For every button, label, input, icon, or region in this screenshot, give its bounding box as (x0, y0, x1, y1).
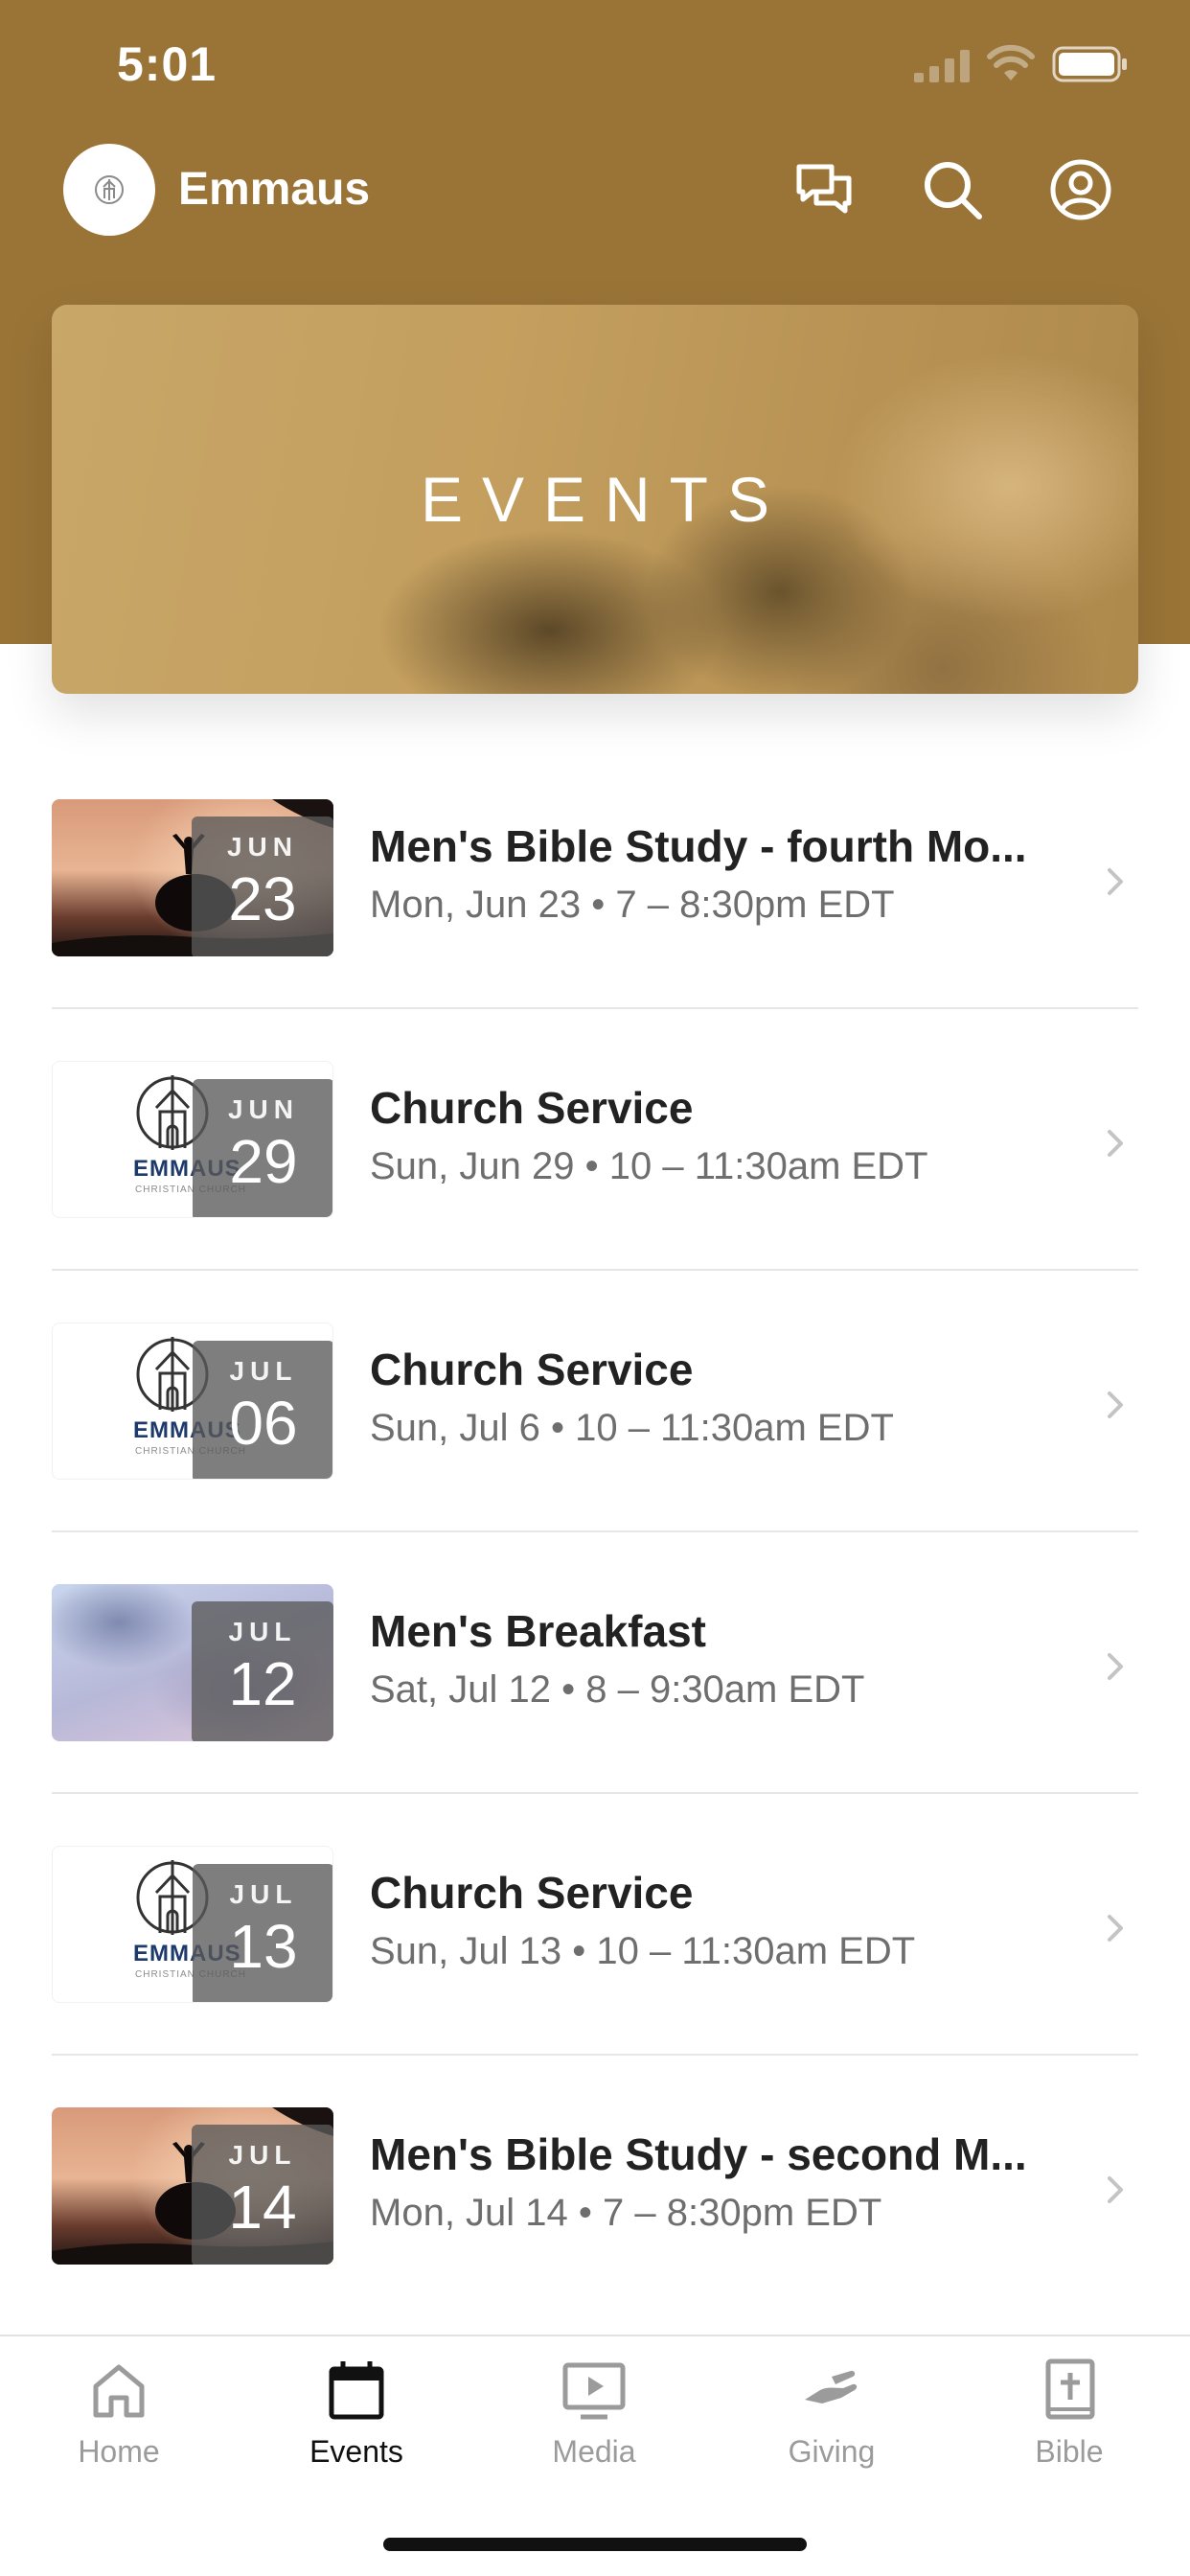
date-badge: JUL 12 (192, 1601, 333, 1741)
media-icon (562, 2362, 626, 2420)
date-badge: JUN 29 (193, 1079, 332, 1217)
date-day: 29 (229, 1127, 298, 1196)
event-datetime: Sun, Jun 29 • 10 – 11:30am EDT (370, 1145, 928, 1187)
date-day: 06 (229, 1389, 298, 1458)
search-button[interactable] (920, 157, 985, 222)
event-row[interactable]: EMMAUS CHRISTIAN CHURCH JUN 29 Church Servic… (52, 1009, 1138, 1271)
event-datetime: Sat, Jul 12 • 8 – 9:30am EDT (370, 1668, 865, 1711)
event-row[interactable]: JUL 14 Men's Bible Study - second M... Mon,… (52, 2056, 1138, 2317)
tab-giving[interactable]: Giving (713, 2358, 950, 2482)
date-month: JUN (226, 832, 298, 862)
date-day: 14 (228, 2173, 297, 2242)
organization-avatar[interactable] (63, 144, 155, 236)
event-title: Church Service (370, 1868, 694, 1918)
event-row[interactable]: EMMAUS CHRISTIAN CHURCH JUL 06 Church Servic… (52, 1271, 1138, 1532)
date-month: JUL (229, 1356, 298, 1386)
messages-button[interactable] (791, 157, 857, 222)
tab-label: Giving (788, 2434, 876, 2469)
event-datetime: Mon, Jun 23 • 7 – 8:30pm EDT (370, 884, 895, 926)
tab-label: Events (309, 2434, 403, 2469)
home-indicator (383, 2538, 807, 2551)
event-row[interactable]: EMMAUS CHRISTIAN CHURCH JUL 13 Church Servic… (52, 1794, 1138, 2056)
banner-title: EVENTS (420, 464, 790, 535)
event-thumbnail: EMMAUS CHRISTIAN CHURCH JUL 06 (52, 1322, 333, 1480)
date-badge: JUL 14 (192, 2125, 333, 2265)
date-month: JUL (229, 1879, 298, 1909)
event-title: Men's Bible Study - fourth Mo... (370, 821, 1027, 871)
home-icon (93, 2364, 145, 2418)
tab-label: Media (552, 2434, 636, 2469)
chevron-right-icon (1108, 1915, 1123, 1942)
calendar-icon (329, 2361, 384, 2420)
event-thumbnail: EMMAUS CHRISTIAN CHURCH JUL 13 (52, 1846, 333, 2003)
event-datetime: Sun, Jul 13 • 10 – 11:30am EDT (370, 1930, 916, 1972)
bible-icon (1045, 2358, 1095, 2420)
tab-bible[interactable]: Bible (950, 2358, 1188, 2482)
wifi-icon (987, 44, 1035, 80)
event-datetime: Mon, Jul 14 • 7 – 8:30pm EDT (370, 2192, 882, 2234)
events-screen: 5:01 Emmaus EVENTS JUN 23 Men's Bible St… (0, 0, 1190, 2576)
chevron-right-icon (1108, 2176, 1123, 2203)
status-bar: 5:01 (0, 0, 1190, 134)
event-list: JUN 23 Men's Bible Study - fourth Mo... Mon… (52, 748, 1138, 2317)
event-thumbnail: EMMAUS CHRISTIAN CHURCH JUN 29 (52, 1061, 333, 1218)
date-day: 13 (229, 1912, 298, 1981)
tab-events[interactable]: Events (238, 2358, 475, 2482)
church-logo-icon (95, 175, 124, 204)
tab-media[interactable]: Media (475, 2358, 713, 2482)
chevron-right-icon (1108, 1130, 1123, 1157)
giving-icon (805, 2370, 858, 2404)
event-title: Church Service (370, 1083, 694, 1133)
date-badge: JUL 13 (193, 1864, 332, 2002)
chevron-right-icon (1108, 1653, 1123, 1680)
event-datetime: Sun, Jul 6 • 10 – 11:30am EDT (370, 1407, 894, 1449)
date-badge: JUN 23 (192, 816, 333, 956)
status-time: 5:01 (117, 37, 217, 91)
date-badge: JUL 06 (193, 1341, 332, 1479)
user-profile-icon (1050, 159, 1111, 220)
date-month: JUL (228, 2140, 297, 2170)
event-row[interactable]: JUN 23 Men's Bible Study - fourth Mo... Mon… (52, 748, 1138, 1009)
top-navigation-bar: Emmaus (0, 134, 1190, 249)
date-day: 12 (228, 1649, 297, 1718)
battery-icon (1052, 46, 1127, 82)
date-month: JUL (228, 1617, 297, 1646)
date-month: JUN (227, 1094, 299, 1124)
profile-button[interactable] (1048, 157, 1113, 222)
chevron-right-icon (1108, 1392, 1123, 1418)
event-thumbnail: JUL 14 (52, 2107, 333, 2265)
search-icon (925, 162, 982, 219)
event-thumbnail: JUN 23 (52, 799, 333, 956)
date-day: 23 (228, 864, 297, 933)
chevron-right-icon (1108, 868, 1123, 895)
events-banner: EVENTS (52, 305, 1138, 694)
tab-label: Home (78, 2434, 160, 2469)
organization-name[interactable]: Emmaus (178, 163, 370, 216)
tab-label: Bible (1035, 2434, 1104, 2469)
cellular-signal-icon (914, 50, 970, 82)
event-title: Men's Bible Study - second M... (370, 2129, 1027, 2179)
event-title: Men's Breakfast (370, 1606, 706, 1656)
chat-bubbles-icon (796, 164, 852, 214)
event-row[interactable]: JUL 12 Men's Breakfast Sat, Jul 12 • 8 – 9:… (52, 1532, 1138, 1794)
event-title: Church Service (370, 1345, 694, 1394)
event-thumbnail: JUL 12 (52, 1584, 333, 1741)
tab-home[interactable]: Home (0, 2358, 238, 2482)
